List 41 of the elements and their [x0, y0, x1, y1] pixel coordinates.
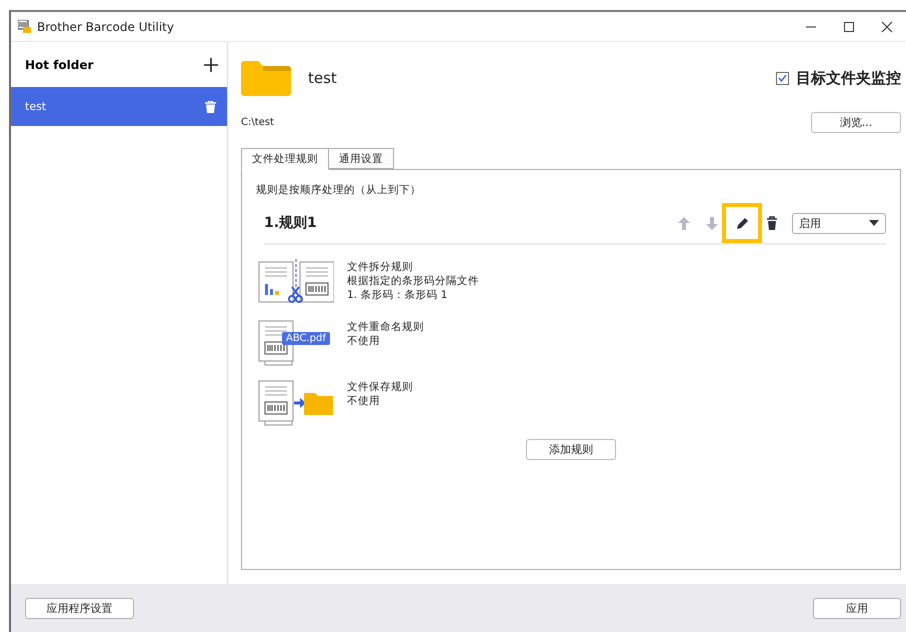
- close-icon: [880, 20, 894, 32]
- add-rule-button[interactable]: 添加规则: [526, 439, 616, 460]
- rule-title: 1.规则1: [264, 214, 318, 232]
- file-name-tag: ABC.pdf: [282, 332, 330, 345]
- app-icon: [18, 20, 31, 33]
- down-arrow-icon: [705, 216, 719, 230]
- edit-button[interactable]: [722, 203, 762, 243]
- trash-icon: [205, 100, 216, 112]
- window-title: Brother Barcode Utility: [37, 20, 175, 34]
- monitor-label: 目标文件夹监控: [796, 68, 901, 88]
- folder-path: C:\test: [241, 117, 274, 128]
- rule-step-detail: 不使用: [347, 334, 381, 348]
- up-arrow-icon: [677, 216, 691, 230]
- split-rule-icon: [258, 259, 334, 306]
- app-settings-button[interactable]: 应用程序设置: [25, 598, 134, 618]
- edit-icon: [735, 216, 749, 230]
- apply-button[interactable]: 应用: [813, 598, 901, 618]
- rule-step-detail: 根据指定的条形码分隔文件: [347, 274, 479, 288]
- rule-step-detail: 不使用: [347, 394, 381, 408]
- dropdown-arrow-icon: [869, 220, 879, 226]
- plus-icon: [204, 58, 218, 72]
- sidebar-item[interactable]: test: [11, 87, 227, 126]
- browse-button[interactable]: 浏览...: [811, 112, 901, 133]
- monitor-checkbox[interactable]: [776, 72, 789, 84]
- folder-label: test: [25, 100, 46, 113]
- rule-step-detail: 1. 条形码：条形码 1: [347, 288, 448, 302]
- rule-step-title: 文件保存规则: [347, 380, 413, 394]
- save-rule-icon: [258, 379, 334, 426]
- order-note: 规则是按顺序处理的（从上到下）: [256, 184, 421, 196]
- check-icon: [778, 74, 787, 82]
- add-button[interactable]: [204, 58, 218, 72]
- folder-icon: [241, 60, 291, 96]
- rule-step-title: 文件拆分规则: [347, 260, 414, 274]
- folder-name: test: [308, 69, 338, 87]
- tab[interactable]: 文件处理规则: [241, 148, 329, 170]
- trash-icon: [765, 216, 779, 230]
- status-dropdown[interactable]: 启用: [792, 212, 886, 234]
- tab[interactable]: 通用设置: [328, 148, 394, 169]
- sidebar-heading: Hot folder: [25, 58, 94, 72]
- rule-step-title: 文件重命名规则: [347, 320, 424, 334]
- maximize-icon: [842, 20, 856, 32]
